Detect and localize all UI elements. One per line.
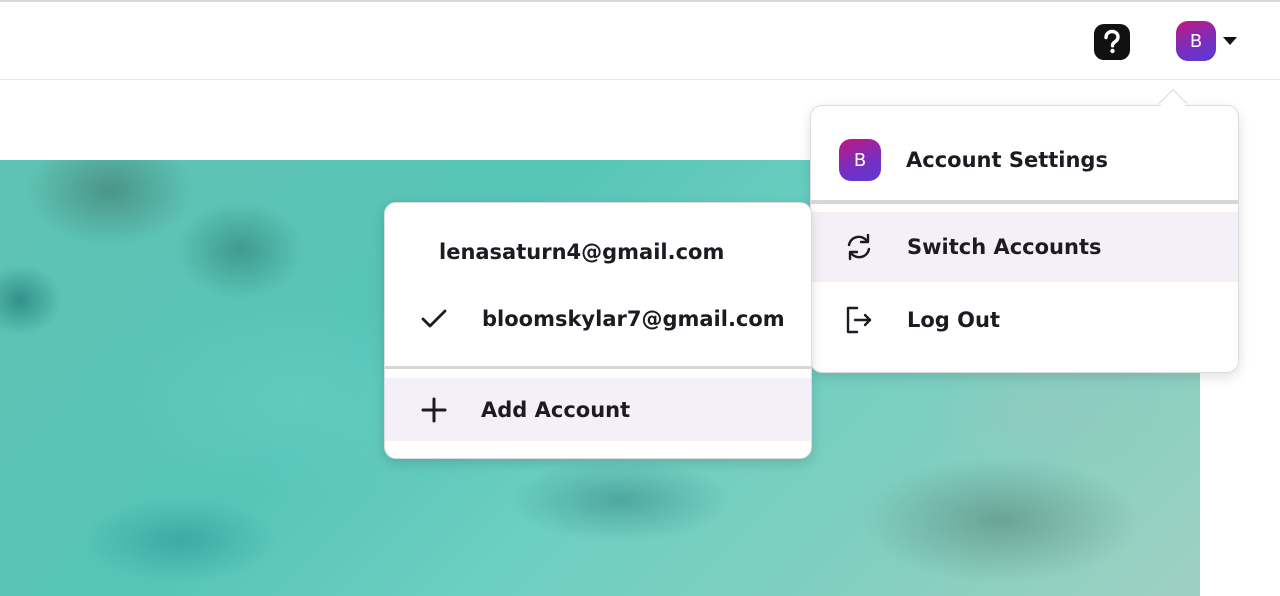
account-option-selected[interactable]: bloomskylar7@gmail.com	[385, 295, 811, 343]
log-out-label: Log Out	[907, 308, 1000, 332]
account-option[interactable]: lenasaturn4@gmail.com	[385, 229, 811, 275]
account-settings-item[interactable]: B Account Settings	[811, 126, 1238, 194]
switch-accounts-submenu: lenasaturn4@gmail.com bloomskylar7@gmail…	[384, 202, 812, 459]
avatar: B	[1176, 21, 1216, 61]
refresh-arrows-icon	[843, 231, 875, 263]
checkmark-icon	[419, 304, 449, 334]
top-bar: B	[0, 0, 1280, 80]
plus-icon	[419, 395, 449, 425]
account-settings-label: Account Settings	[906, 148, 1108, 172]
avatar: B	[839, 139, 881, 181]
menu-divider	[385, 366, 811, 369]
menu-divider	[811, 200, 1238, 204]
account-dropdown-menu: B Account Settings Switch Accounts Log O…	[810, 105, 1239, 373]
avatar-initial: B	[853, 149, 867, 171]
caret-down-icon	[1223, 37, 1237, 45]
account-email: lenasaturn4@gmail.com	[439, 240, 725, 264]
add-account-item[interactable]: Add Account	[385, 378, 811, 441]
avatar-initial: B	[1189, 30, 1203, 52]
logout-arrow-icon	[843, 304, 875, 336]
switch-accounts-item[interactable]: Switch Accounts	[811, 212, 1238, 282]
log-out-item[interactable]: Log Out	[811, 284, 1238, 356]
question-mark-icon	[1104, 29, 1120, 54]
switch-accounts-label: Switch Accounts	[907, 235, 1102, 259]
help-button[interactable]	[1094, 24, 1130, 60]
add-account-label: Add Account	[481, 397, 631, 422]
account-email: bloomskylar7@gmail.com	[482, 307, 785, 331]
user-menu-button[interactable]: B	[1174, 18, 1244, 66]
